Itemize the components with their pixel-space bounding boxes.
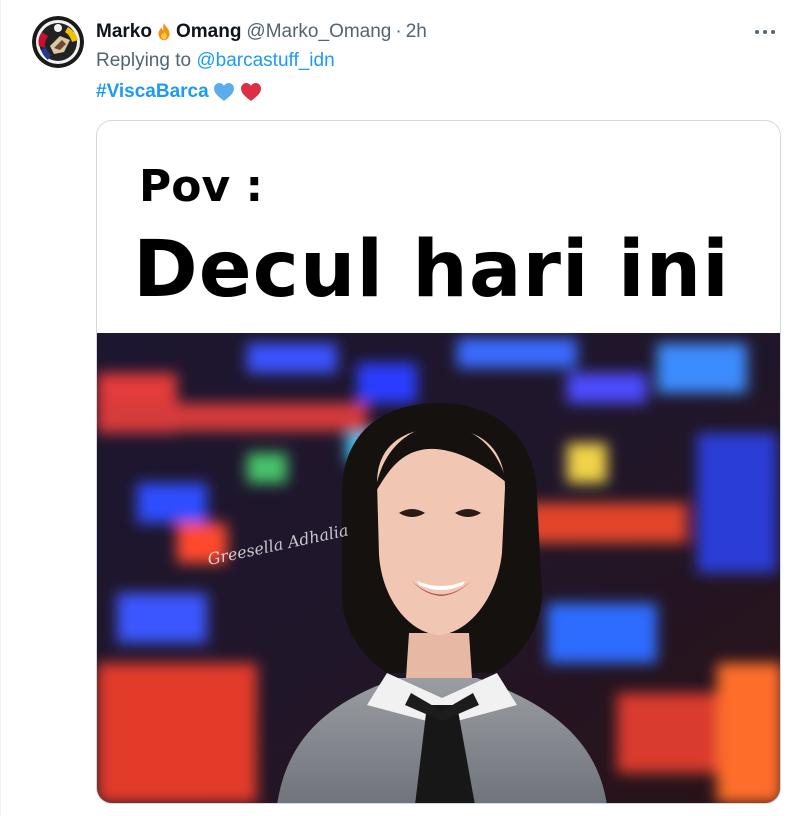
avatar-badge-image: [32, 16, 84, 68]
timestamp[interactable]: 2h: [406, 18, 427, 46]
meme-caption-line2: Decul hari ini: [133, 225, 730, 315]
author-name-part1: Marko: [96, 21, 152, 42]
separator-dot: ·: [395, 21, 402, 42]
fire-icon: [153, 21, 175, 43]
author-name-part2: Omang: [175, 21, 242, 42]
more-dot-icon: [771, 30, 775, 34]
tweet-header: Marko Omang @Marko_Omang · 2h: [96, 18, 427, 46]
blue-heart-icon: [212, 80, 236, 104]
meme-caption-line1: Pov :: [139, 161, 264, 212]
replying-to-line: Replying to @barcastuff_idn: [96, 48, 335, 74]
replying-label: Replying to: [96, 50, 192, 71]
author-handle[interactable]: @Marko_Omang: [246, 18, 391, 46]
more-dot-icon: [763, 30, 767, 34]
tweet-media-image[interactable]: Pov : Decul hari ini Greesella Adhalia: [96, 120, 781, 804]
meme-caption-area: Pov : Decul hari ini: [97, 121, 780, 333]
avatar[interactable]: [32, 16, 84, 68]
more-dot-icon: [755, 30, 759, 34]
more-options-button[interactable]: [748, 20, 782, 44]
tweet-text: #ViscaBarca: [96, 78, 263, 106]
meme-photo: Greesella Adhalia: [97, 333, 780, 803]
red-heart-icon: [239, 80, 263, 104]
author-name[interactable]: Marko Omang: [96, 18, 241, 46]
hashtag-link[interactable]: #ViscaBarca: [96, 78, 209, 106]
tweet-reply[interactable]: Marko Omang @Marko_Omang · 2h Replying t…: [0, 0, 800, 816]
replying-to-mention[interactable]: @barcastuff_idn: [196, 50, 334, 71]
